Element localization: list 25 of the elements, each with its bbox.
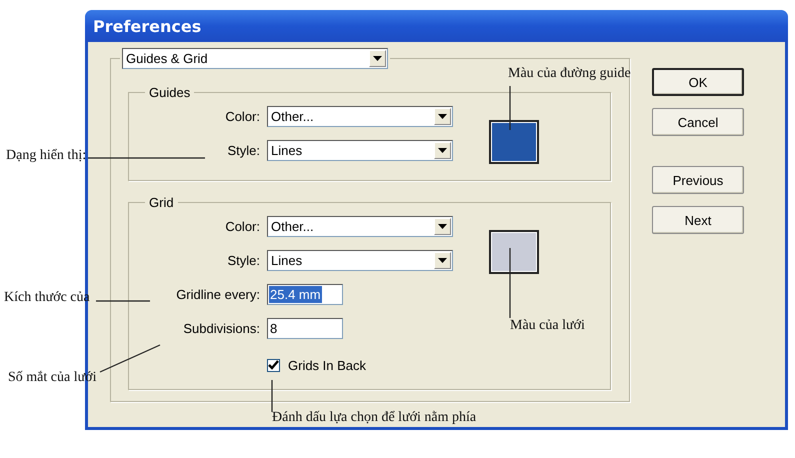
field-label: Color: [224,219,260,234]
dropdown[interactable]: Other... [267,216,453,237]
dropdown[interactable]: Other... [267,106,453,127]
input-field[interactable]: 8 [267,318,343,339]
annotation-text: Màu của lưới [510,318,585,334]
dialog-button[interactable]: Cancel [652,108,744,136]
window-title: Preferences [93,16,202,36]
section-dropdown[interactable]: Guides & Grid [122,48,388,69]
field-label: Subdivisions: [182,321,260,336]
input-field[interactable]: 25.4 mm [267,284,343,305]
dialog-button[interactable]: Next [652,206,744,234]
dropdown[interactable]: Lines [267,140,453,161]
field-label: Style: [226,143,260,158]
group-title: Guides [148,85,192,100]
annotation-text: Dạng hiển thị: [6,148,86,164]
dialog-button[interactable]: Previous [652,166,744,194]
group-title: Grid [148,195,175,210]
dialog-button[interactable]: OK [652,68,744,96]
field-label: Gridline every: [175,287,260,302]
checkbox-label: Grids In Back [288,358,366,373]
field-label: Style: [226,253,260,268]
annotation-text: Màu của đường guide [508,66,631,82]
field-label: Color: [224,109,260,124]
annotation-text: Đánh dấu lựa chọn để lưới nằm phía [272,410,476,426]
dropdown[interactable]: Lines [267,250,453,271]
